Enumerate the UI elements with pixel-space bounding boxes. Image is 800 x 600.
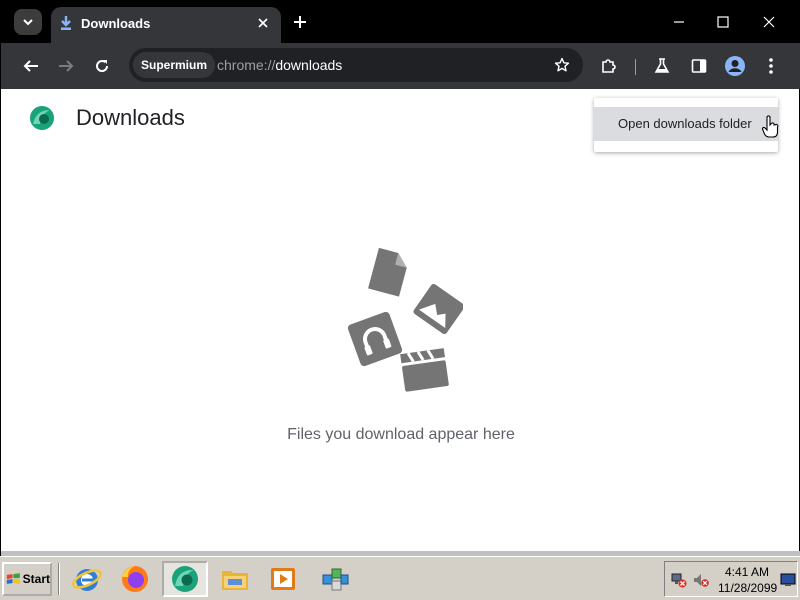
side-panel-button[interactable] (685, 52, 713, 80)
menu-button[interactable] (757, 52, 785, 80)
network-disconnected-icon[interactable] (671, 572, 687, 588)
address-bar[interactable]: Supermium chrome://downloads (129, 48, 583, 82)
chevron-down-icon (23, 19, 33, 26)
tab-title: Downloads (81, 16, 151, 31)
clock-date[interactable]: 11/28/2099 (718, 581, 777, 595)
back-button[interactable] (17, 52, 45, 80)
start-button[interactable]: Start (2, 562, 52, 596)
browser-window: Downloads Supermium chrome://downloads D… (0, 0, 800, 557)
star-icon (554, 57, 570, 72)
flask-icon (654, 58, 670, 73)
taskbar-firefox[interactable] (112, 561, 158, 597)
supermium-icon (172, 566, 198, 592)
minimize-icon (674, 21, 684, 23)
image-icon (413, 283, 463, 335)
close-icon (258, 18, 268, 28)
taskbar-file-explorer[interactable] (212, 561, 258, 597)
close-window-button[interactable] (747, 7, 791, 37)
document-icon (368, 247, 407, 297)
supermium-logo-icon (30, 106, 54, 130)
page-title: Downloads (76, 105, 185, 130)
firefox-icon (122, 566, 148, 592)
taskbar-package-app[interactable] (312, 561, 358, 597)
url-scheme: chrome:// (217, 57, 276, 73)
avatar-icon (725, 56, 745, 76)
start-label: Start (22, 572, 50, 586)
media-player-icon (271, 568, 295, 590)
package-icon (322, 568, 349, 591)
hand-cursor-icon (761, 115, 779, 138)
taskbar-media-player[interactable] (260, 561, 306, 597)
taskbar: Start 4:41 AM 11/28/2099 (0, 556, 800, 600)
labs-button[interactable] (648, 52, 676, 80)
url-text[interactable]: chrome://downloads (217, 57, 342, 73)
tab-downloads[interactable]: Downloads (51, 7, 281, 43)
kebab-menu-icon (769, 58, 773, 74)
new-tab-button[interactable] (289, 11, 311, 33)
back-arrow-icon (23, 60, 38, 72)
empty-downloads-illustration (347, 247, 463, 392)
tab-search-button[interactable] (14, 9, 42, 35)
site-chip[interactable]: Supermium (133, 52, 216, 78)
tab-close-button[interactable] (253, 13, 273, 33)
windows-logo-icon (6, 573, 20, 584)
file-explorer-icon (222, 571, 248, 590)
system-tray: 4:41 AM 11/28/2099 (664, 561, 798, 597)
profile-button[interactable] (721, 52, 749, 80)
forward-arrow-icon (59, 60, 74, 72)
tab-strip: Downloads (1, 1, 800, 43)
extensions-button[interactable] (595, 52, 623, 80)
clock-time[interactable]: 4:41 AM (725, 565, 769, 579)
reload-icon (96, 60, 109, 72)
taskbar-supermium[interactable] (162, 561, 208, 597)
show-desktop-icon[interactable] (780, 573, 796, 587)
context-menu: Open downloads folder (594, 98, 778, 152)
open-downloads-folder-item[interactable]: Open downloads folder (594, 107, 778, 141)
toolbar-separator (635, 59, 636, 75)
plus-icon (294, 16, 306, 28)
volume-muted-icon[interactable] (693, 572, 709, 588)
empty-state-message: Files you download appear here (287, 426, 515, 443)
internet-explorer-icon (71, 569, 103, 591)
minimize-button[interactable] (657, 7, 701, 37)
audio-icon (347, 311, 403, 367)
url-path: downloads (275, 57, 343, 73)
download-icon (61, 16, 71, 30)
bookmark-button[interactable] (551, 54, 573, 76)
maximize-icon (717, 16, 729, 28)
downloads-page: Downloads Files you download appear here (8, 89, 794, 551)
browser-toolbar: Supermium chrome://downloads (1, 43, 800, 89)
puzzle-icon (602, 59, 616, 73)
forward-button[interactable] (52, 52, 80, 80)
video-clapper-icon (400, 348, 449, 392)
taskbar-internet-explorer[interactable] (64, 561, 110, 597)
side-panel-icon (691, 59, 707, 73)
reload-button[interactable] (88, 52, 116, 80)
taskbar-divider (58, 563, 60, 595)
close-icon (763, 16, 775, 28)
maximize-button[interactable] (701, 7, 745, 37)
